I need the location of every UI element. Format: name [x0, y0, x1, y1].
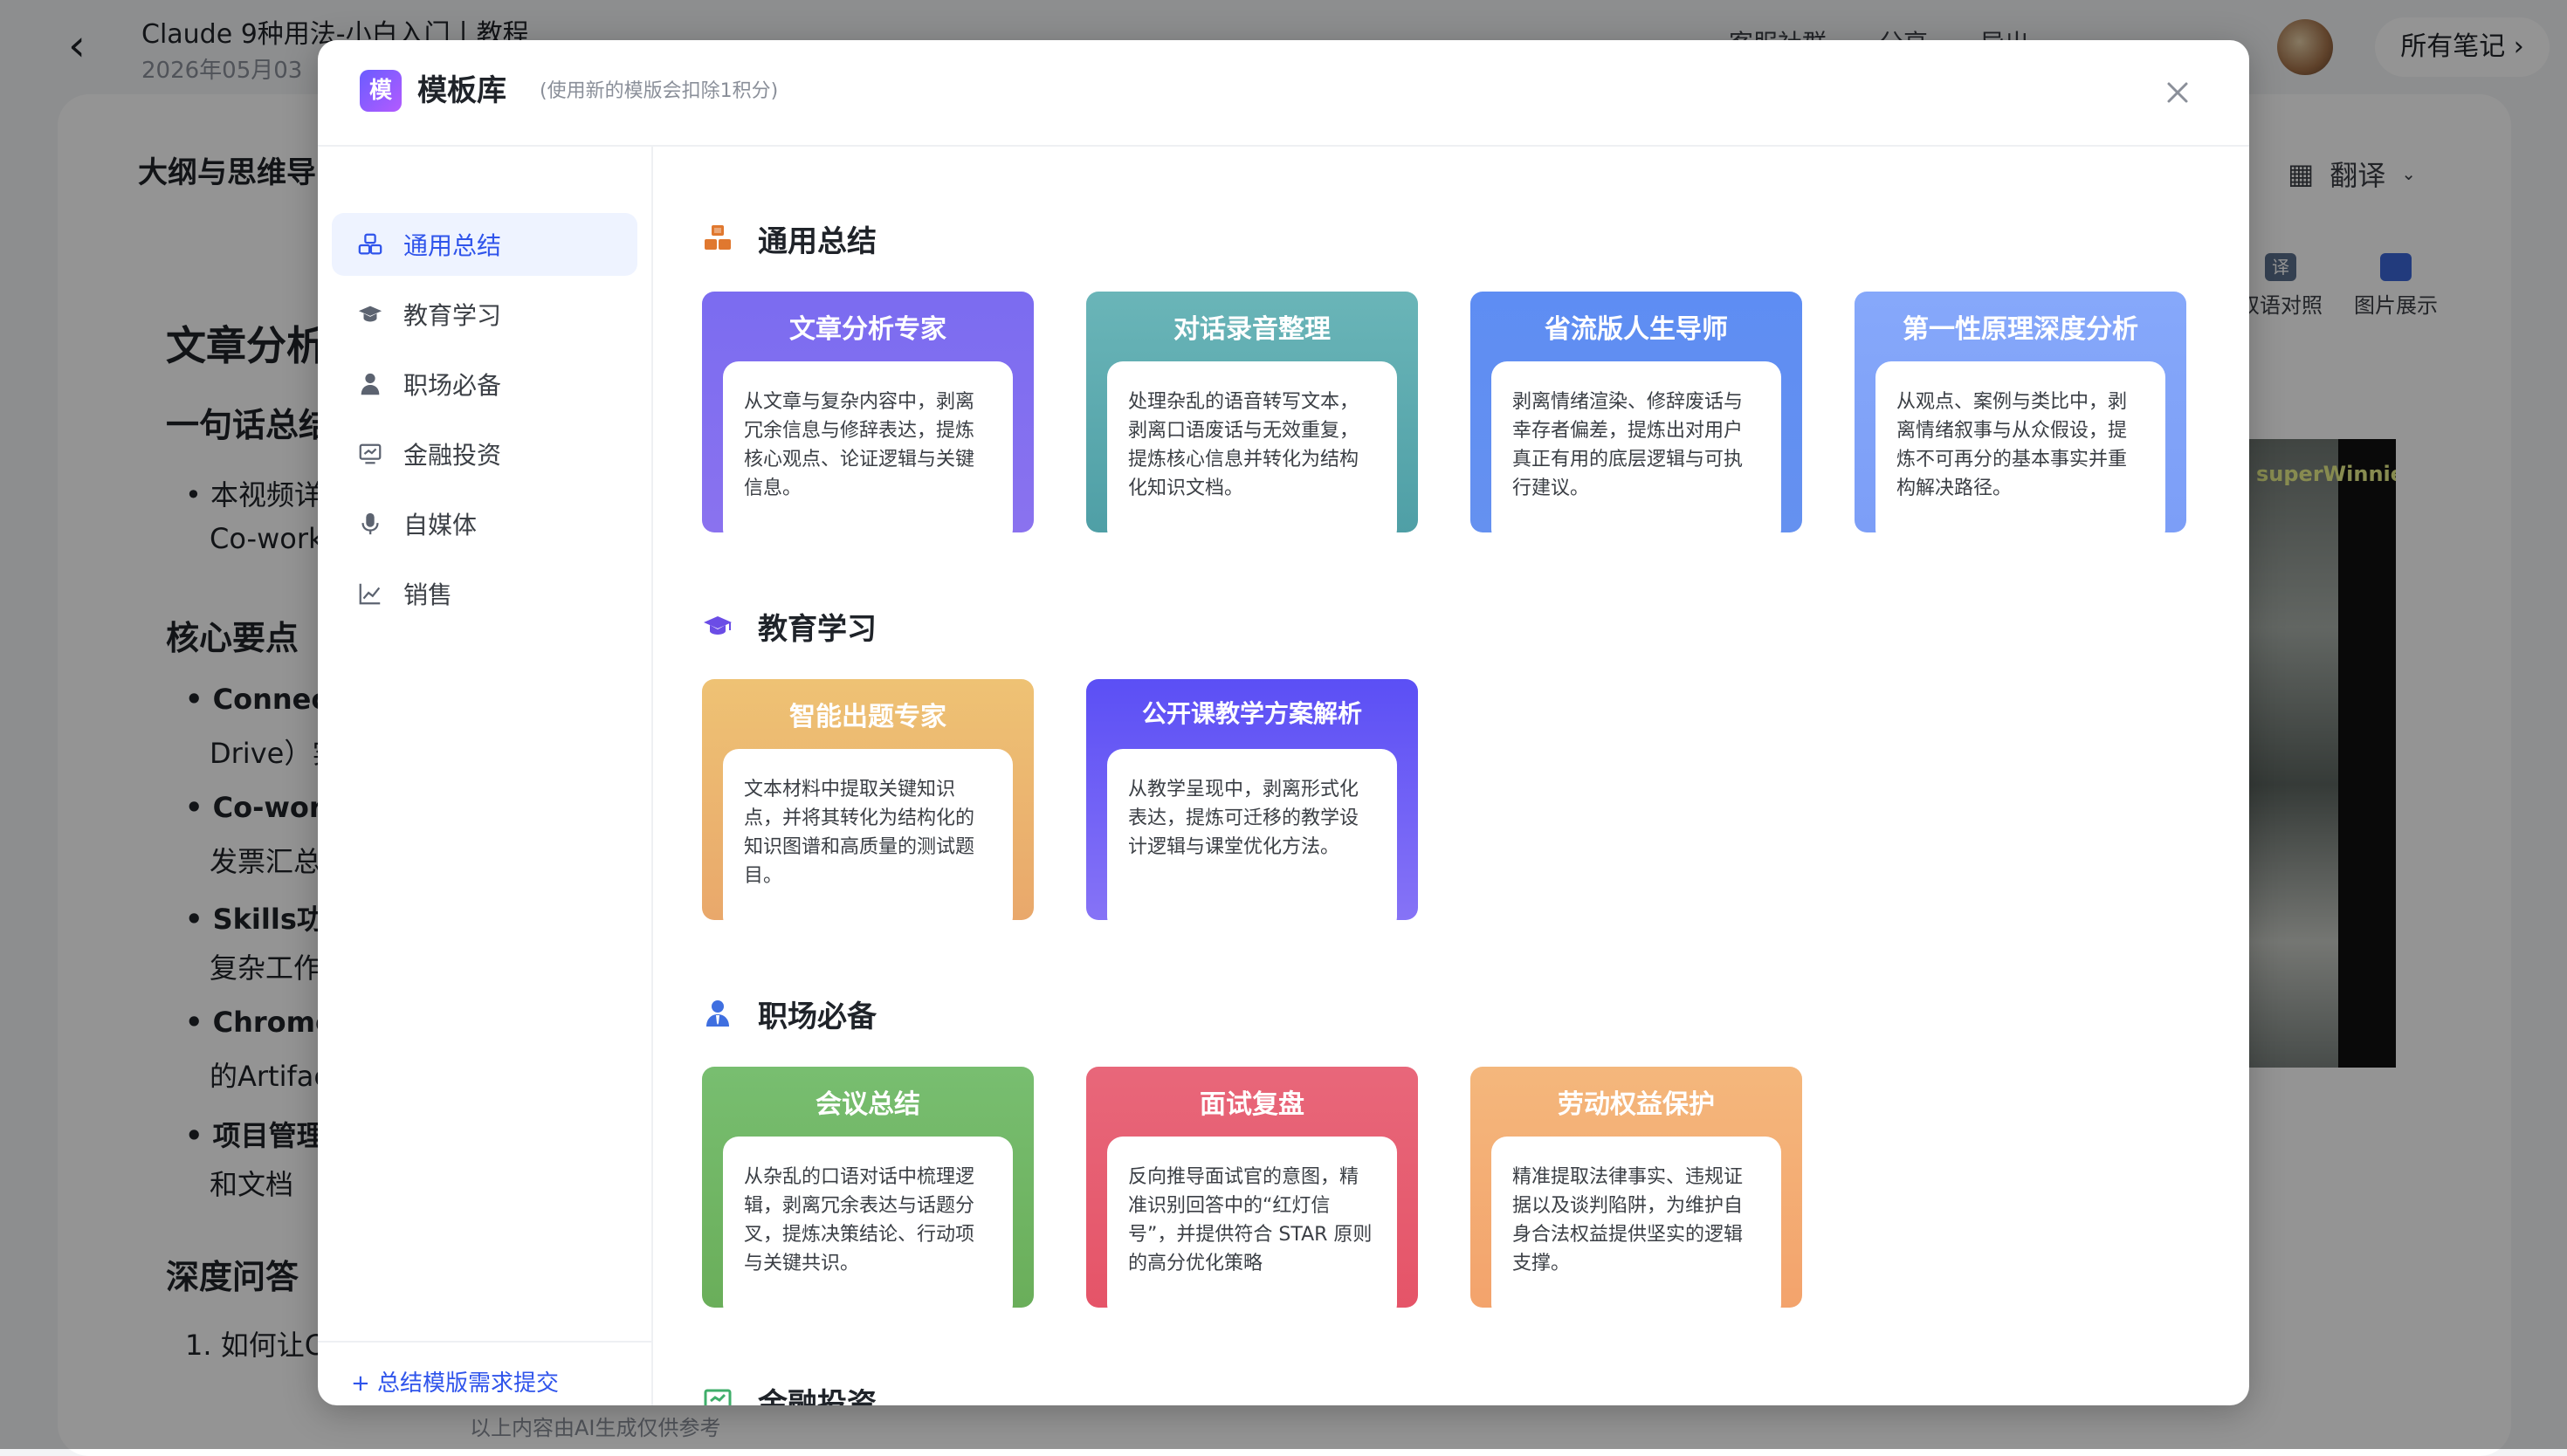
template-description: 从观点、案例与类比中，剥离情绪叙事与从众假设，提炼不可再分的基本事实并重构解决路…	[1875, 361, 2165, 532]
section-title-finance: 金融投资	[702, 1379, 877, 1405]
sidebar-item-self-media[interactable]: 自媒体	[332, 492, 637, 555]
cubes-icon	[702, 223, 733, 254]
graduation-cap-icon	[702, 610, 733, 642]
modal-subtitle: (使用新的模版会扣除1积分)	[540, 80, 779, 102]
template-description: 处理杂乱的语音转写文本，剥离口语废话与无效重复，提炼核心信息并转化为结构化知识文…	[1107, 361, 1397, 532]
close-icon[interactable]	[2160, 75, 2195, 110]
line-chart-icon	[356, 580, 384, 608]
section-title-text: 教育学习	[758, 611, 877, 647]
sidebar-item-sales[interactable]: 销售	[332, 562, 637, 625]
sidebar-item-finance[interactable]: 金融投资	[332, 422, 637, 485]
template-name: 公开课教学方案解析	[1141, 699, 1362, 728]
sidebar-item-label: 职场必备	[403, 371, 502, 400]
template-description: 反向推导面试官的意图，精准识别回答中的“红灯信号”，并提供符合 STAR 原则的…	[1107, 1137, 1397, 1308]
graduation-cap-icon	[356, 300, 384, 328]
template-name: 智能出题专家	[789, 702, 946, 732]
modal-title: 模板库	[417, 73, 506, 108]
template-card[interactable]: 文章分析专家 从文章与复杂内容中，剥离冗余信息与修辞表达，提炼核心观点、论证逻辑…	[702, 292, 1034, 532]
sidebar-item-label: 通用总结	[403, 231, 502, 260]
sidebar-item-general-summary[interactable]: 通用总结	[332, 213, 637, 276]
template-name: 对话录音整理	[1173, 314, 1331, 345]
user-tie-icon	[702, 998, 733, 1029]
template-description: 从教学呈现中，剥离形式化表达，提炼可迁移的教学设计逻辑与课堂优化方法。	[1107, 749, 1397, 920]
sidebar-item-label: 销售	[403, 580, 453, 609]
section-title-general-summary: 通用总结	[702, 216, 877, 260]
sidebar-item-label: 金融投资	[403, 441, 502, 470]
template-content: 通用总结 文章分析专家 从文章与复杂内容中，剥离冗余信息与修辞表达，提炼核心观点…	[653, 145, 2249, 1405]
template-card[interactable]: 面试复盘 反向推导面试官的意图，精准识别回答中的“红灯信号”，并提供符合 STA…	[1086, 1067, 1418, 1308]
template-card[interactable]: 智能出题专家 文本材料中提取关键知识点，并将其转化为结构化的知识图谱和高质量的测…	[702, 679, 1034, 920]
template-name: 会议总结	[816, 1089, 920, 1120]
template-logo-icon: 模	[360, 70, 402, 112]
sidebar-item-label: 自媒体	[403, 511, 478, 539]
template-name: 省流版人生导师	[1545, 314, 1728, 345]
section-title-text: 金融投资	[758, 1386, 877, 1406]
category-sidebar: 通用总结 教育学习 职场必备 金融投资 自媒体 销售 + 总结模版需求提交	[318, 145, 653, 1405]
template-description: 文本材料中提取关键知识点，并将其转化为结构化的知识图谱和高质量的测试题目。	[723, 749, 1013, 920]
template-name: 面试复盘	[1200, 1089, 1304, 1120]
sidebar-item-workplace[interactable]: 职场必备	[332, 353, 637, 416]
template-name: 劳动权益保护	[1558, 1089, 1715, 1120]
template-name: 第一性原理深度分析	[1903, 314, 2138, 345]
monitor-chart-icon	[702, 1385, 733, 1405]
template-description: 从文章与复杂内容中，剥离冗余信息与修辞表达，提炼核心观点、论证逻辑与关键信息。	[723, 361, 1013, 532]
template-library-modal: 模 模板库 (使用新的模版会扣除1积分) 通用总结 教育学习 职场必备 金融投资…	[318, 40, 2249, 1405]
sidebar-item-label: 教育学习	[403, 301, 502, 330]
microphone-icon	[356, 510, 384, 538]
template-card[interactable]: 公开课教学方案解析 从教学呈现中，剥离形式化表达，提炼可迁移的教学设计逻辑与课堂…	[1086, 679, 1418, 920]
sidebar-item-education[interactable]: 教育学习	[332, 283, 637, 346]
section-title-workplace: 职场必备	[702, 992, 877, 1035]
template-card[interactable]: 会议总结 从杂乱的口语对话中梳理逻辑，剥离冗余表达与话题分叉，提炼决策结论、行动…	[702, 1067, 1034, 1308]
template-description: 精准提取法律事实、违规证据以及谈判陷阱，为维护自身合法权益提供坚实的逻辑支撑。	[1491, 1137, 1781, 1308]
template-card[interactable]: 省流版人生导师 剥离情绪渲染、修辞废话与幸存者偏差，提炼出对用户真正有用的底层逻…	[1470, 292, 1802, 532]
section-title-education: 教育学习	[702, 604, 877, 648]
sidebar-footer: + 总结模版需求提交	[318, 1341, 651, 1405]
modal-header: 模 模板库 (使用新的模版会扣除1积分)	[318, 40, 2249, 147]
monitor-chart-icon	[356, 440, 384, 468]
template-description: 剥离情绪渲染、修辞废话与幸存者偏差，提炼出对用户真正有用的底层逻辑与可执行建议。	[1491, 361, 1781, 532]
template-card[interactable]: 第一性原理深度分析 从观点、案例与类比中，剥离情绪叙事与从众假设，提炼不可再分的…	[1855, 292, 2186, 532]
submit-template-request-link[interactable]: + 总结模版需求提交	[351, 1365, 559, 1398]
template-card[interactable]: 对话录音整理 处理杂乱的语音转写文本，剥离口语废话与无效重复，提炼核心信息并转化…	[1086, 292, 1418, 532]
template-card[interactable]: 劳动权益保护 精准提取法律事实、违规证据以及谈判陷阱，为维护自身合法权益提供坚实…	[1470, 1067, 1802, 1308]
section-title-text: 职场必备	[758, 999, 877, 1034]
section-title-text: 通用总结	[758, 223, 877, 259]
cubes-icon	[356, 230, 384, 258]
template-name: 文章分析专家	[789, 314, 946, 345]
template-description: 从杂乱的口语对话中梳理逻辑，剥离冗余表达与话题分叉，提炼决策结论、行动项与关键共…	[723, 1137, 1013, 1308]
user-tie-icon	[356, 370, 384, 398]
